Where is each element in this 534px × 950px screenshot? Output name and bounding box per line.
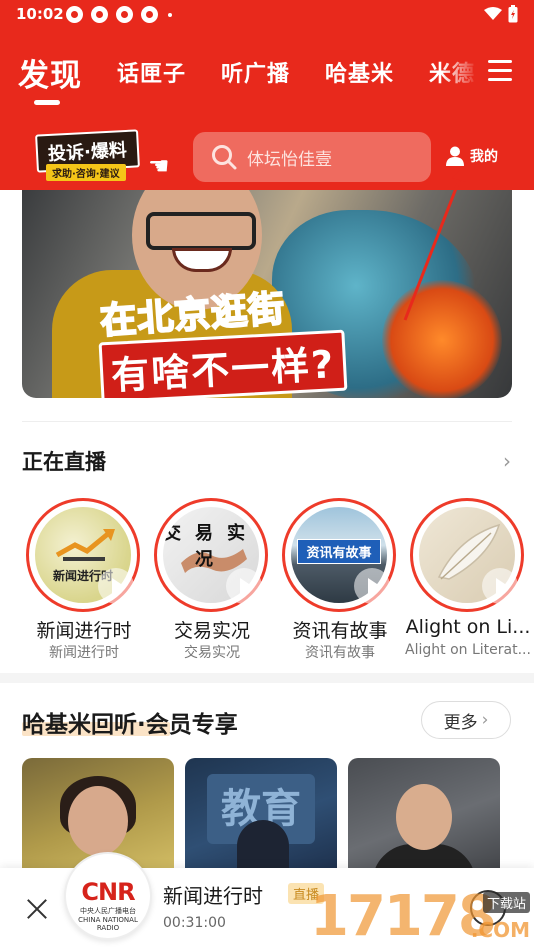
wifi-icon	[484, 7, 502, 20]
top-header: 10:02 发现 话匣子 听广播 哈基米 米德 投诉·爆料 求助·咨询·建议 ☚…	[0, 0, 534, 190]
app-notification-icon	[66, 6, 83, 23]
promo-banner[interactable]: 在北京逛街 有啥不一样?	[22, 190, 512, 398]
report-button[interactable]: 投诉·爆料 求助·咨询·建议 ☚	[30, 129, 175, 186]
search-bar[interactable]: 体坛怡佳壹	[193, 132, 431, 182]
banner-fire-art	[382, 280, 502, 398]
active-tab-indicator	[34, 100, 60, 105]
banner-subheadline: 有啥不一样?	[98, 329, 348, 398]
my-profile-button[interactable]: 我的	[446, 146, 498, 166]
tab-hakimi[interactable]: 哈基米	[325, 56, 394, 88]
battery-icon	[508, 5, 518, 23]
live-cover-title: 资讯有故事	[297, 539, 381, 564]
station-logo-subtext: 中央人民广播电台 CHINA NATIONAL RADIO	[78, 907, 138, 932]
app-notification-icon	[116, 6, 133, 23]
tab-fade	[442, 52, 478, 96]
station-logo[interactable]: CNR 中央人民广播电台 CHINA NATIONAL RADIO	[64, 852, 152, 940]
live-item-name: 资讯有故事	[292, 620, 388, 642]
my-profile-label: 我的	[470, 149, 498, 165]
pointing-hand-icon: ☚	[148, 152, 170, 180]
watermark-site: 下载站	[482, 892, 530, 913]
live-item-subtitle: Alight on Literat...	[405, 642, 531, 658]
search-icon	[212, 145, 237, 170]
status-time: 10:02	[16, 5, 64, 23]
thumb-person	[396, 784, 452, 850]
app-notification-icon	[91, 6, 108, 23]
status-bar: 10:02	[0, 0, 534, 30]
watermark-suffix: .COM	[470, 918, 530, 942]
station-logo-mark: CNR	[81, 878, 135, 906]
more-button[interactable]: 更多 ›	[421, 701, 511, 739]
play-icon[interactable]	[226, 568, 262, 604]
live-cover-title: 交易实况	[163, 523, 259, 570]
user-icon	[446, 146, 464, 166]
more-notifications-icon	[168, 12, 172, 17]
tab-talk-box[interactable]: 话匣子	[117, 56, 186, 88]
member-section-title: 哈基米回听·会员专享	[22, 712, 238, 738]
live-item-name: Alight on Li...	[405, 616, 531, 638]
play-icon[interactable]	[98, 568, 134, 604]
category-tabs: 发现 话匣子 听广播 哈基米 米德	[18, 50, 474, 94]
live-item-subtitle: 新闻进行时	[49, 645, 119, 661]
tab-listen-radio[interactable]: 听广播	[221, 56, 290, 88]
search-placeholder: 体坛怡佳壹	[247, 149, 332, 170]
app-notification-icon	[141, 6, 158, 23]
notification-icons	[66, 6, 172, 23]
more-label: 更多	[443, 712, 478, 733]
live-item-subtitle: 资讯有故事	[305, 645, 375, 661]
live-item-subtitle: 交易实况	[184, 645, 240, 661]
watermark-number: 17178	[310, 884, 497, 949]
tab-discover[interactable]: 发现	[18, 50, 82, 95]
player-title: 新闻进行时	[163, 884, 263, 908]
section-divider	[22, 421, 512, 422]
play-icon[interactable]	[354, 568, 390, 604]
system-icons	[484, 5, 518, 23]
play-icon[interactable]	[482, 568, 518, 604]
live-item-name: 交易实况	[173, 620, 250, 642]
watermark: 17178 下载站 .COM	[310, 884, 534, 950]
live-section-chevron-icon[interactable]: ›	[503, 449, 511, 473]
live-section-title: 正在直播	[22, 450, 106, 474]
menu-icon[interactable]	[488, 60, 512, 82]
thumb-person	[68, 786, 128, 856]
live-item-name: 新闻进行时	[36, 620, 132, 642]
player-time: 00:31:00	[163, 915, 226, 931]
chevron-right-icon: ›	[481, 710, 489, 730]
report-badge-subtitle: 求助·咨询·建议	[46, 164, 126, 181]
close-icon[interactable]	[24, 896, 50, 922]
